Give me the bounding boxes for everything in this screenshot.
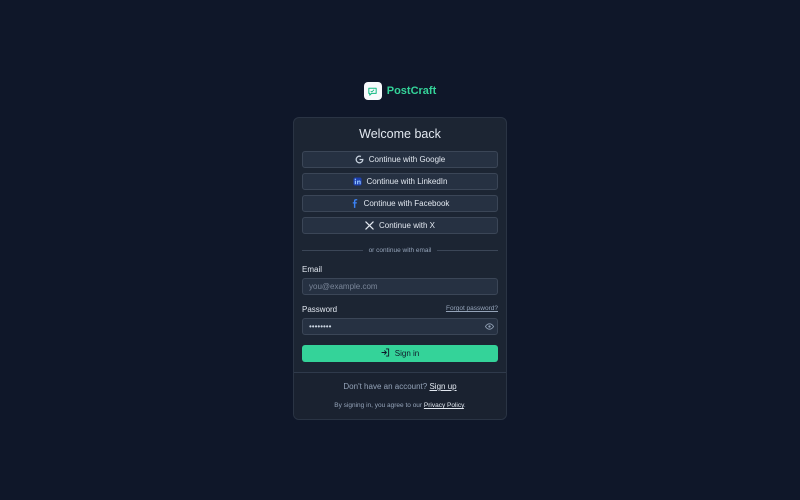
privacy-policy-link[interactable]: Privacy Policy bbox=[424, 402, 464, 409]
x-login-button[interactable]: Continue with X bbox=[302, 217, 498, 234]
signup-prompt: Don't have an account? Sign up bbox=[294, 382, 506, 391]
card-footer: Don't have an account? Sign up By signin… bbox=[294, 372, 506, 419]
password-field-wrapper bbox=[302, 318, 498, 335]
divider-text: or continue with email bbox=[368, 246, 432, 254]
google-icon bbox=[355, 155, 364, 164]
policy-notice: By signing in, you agree to our Privacy … bbox=[294, 402, 506, 409]
google-login-button[interactable]: Continue with Google bbox=[302, 151, 498, 168]
x-icon bbox=[365, 221, 374, 230]
facebook-icon bbox=[351, 199, 359, 208]
facebook-login-button[interactable]: Continue with Facebook bbox=[302, 195, 498, 212]
login-icon bbox=[381, 348, 390, 359]
sign-in-button[interactable]: Sign in bbox=[302, 345, 498, 362]
linkedin-login-label: Continue with LinkedIn bbox=[366, 177, 448, 186]
brand-header: PostCraft bbox=[0, 82, 800, 100]
facebook-login-label: Continue with Facebook bbox=[363, 199, 450, 208]
email-input[interactable] bbox=[302, 278, 498, 295]
signup-prompt-text: Don't have an account? bbox=[343, 382, 428, 391]
email-label: Email bbox=[302, 265, 323, 274]
password-label: Password bbox=[302, 305, 338, 314]
eye-icon[interactable] bbox=[484, 322, 494, 331]
x-login-label: Continue with X bbox=[378, 221, 436, 230]
divider-line-right bbox=[437, 249, 498, 251]
password-input[interactable] bbox=[302, 318, 498, 335]
chat-bubble-icon bbox=[363, 82, 382, 100]
signup-link[interactable]: Sign up bbox=[429, 382, 456, 391]
brand-name: PostCraft bbox=[386, 85, 437, 97]
card-title: Welcome back bbox=[359, 127, 441, 141]
forgot-password-link[interactable]: Forgot password? bbox=[446, 305, 498, 312]
policy-prefix: By signing in, you agree to our bbox=[334, 402, 423, 409]
policy-suffix: . bbox=[463, 402, 466, 409]
sign-in-label: Sign in bbox=[394, 349, 420, 358]
linkedin-icon bbox=[352, 177, 362, 186]
email-divider: or continue with email bbox=[302, 246, 498, 254]
divider-line-left bbox=[302, 249, 363, 251]
linkedin-login-button[interactable]: Continue with LinkedIn bbox=[302, 173, 498, 190]
google-login-label: Continue with Google bbox=[368, 155, 446, 164]
